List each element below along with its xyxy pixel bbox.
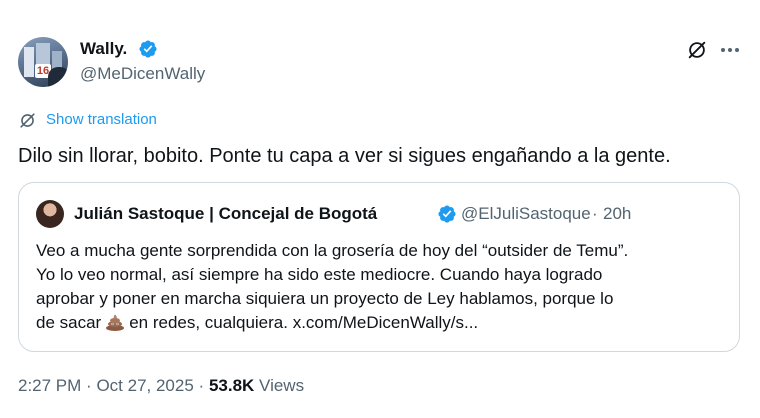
tweet: 16 Wally. @MeDicenWally Show translation… xyxy=(0,0,760,418)
quoted-tweet[interactable]: Julián Sastoque | Concejal de Bogotá @El… xyxy=(18,182,740,352)
quoted-text-line: Veo a mucha gente sorprendida con la gro… xyxy=(36,241,629,260)
quoted-author-handle: @ElJuliSastoque xyxy=(461,204,591,223)
author-name[interactable]: Wally. xyxy=(80,39,127,59)
tweet-date[interactable]: Oct 27, 2025 xyxy=(96,376,193,395)
more-icon[interactable] xyxy=(718,40,742,60)
quoted-text-fragment: en redes, cualquiera. x.com/MeDicenWally… xyxy=(129,313,479,332)
author-handle[interactable]: @MeDicenWally xyxy=(80,64,205,84)
views-label: Views xyxy=(259,376,305,395)
show-translation-label[interactable]: Show translation xyxy=(46,110,157,130)
quoted-verified-icon xyxy=(438,205,456,223)
author-avatar[interactable]: 16 xyxy=(18,37,68,87)
quoted-text-line-last: de sacar en redes, cualquiera. x.com/MeD… xyxy=(36,313,478,333)
quoted-timestamp[interactable]: 20h xyxy=(603,203,631,225)
quoted-text-line: aprobar y poner en marcha siquiera un pr… xyxy=(36,289,614,308)
grok-icon[interactable] xyxy=(686,39,708,61)
quoted-author-name: Julián Sastoque | Concejal de Bogotá xyxy=(74,204,378,223)
tweet-time[interactable]: 2:27 PM xyxy=(18,376,81,395)
poop-emoji-icon xyxy=(106,314,125,331)
quoted-text-fragment: de sacar xyxy=(36,313,102,332)
verified-icon xyxy=(139,40,157,58)
translate-icon xyxy=(20,113,35,128)
tweet-meta: 2:27 PM · Oct 27, 2025 · 53.8K Views xyxy=(18,375,304,397)
quoted-text-line: Yo lo veo normal, así siempre ha sido es… xyxy=(36,265,603,284)
meta-separator: · xyxy=(198,376,205,395)
meta-separator: · xyxy=(86,376,92,395)
quoted-separator: · xyxy=(592,204,598,223)
tweet-text: Dilo sin llorar, bobito. Ponte tu capa a… xyxy=(18,145,671,167)
quoted-avatar[interactable] xyxy=(36,200,64,228)
views-count: 53.8K xyxy=(208,376,255,395)
